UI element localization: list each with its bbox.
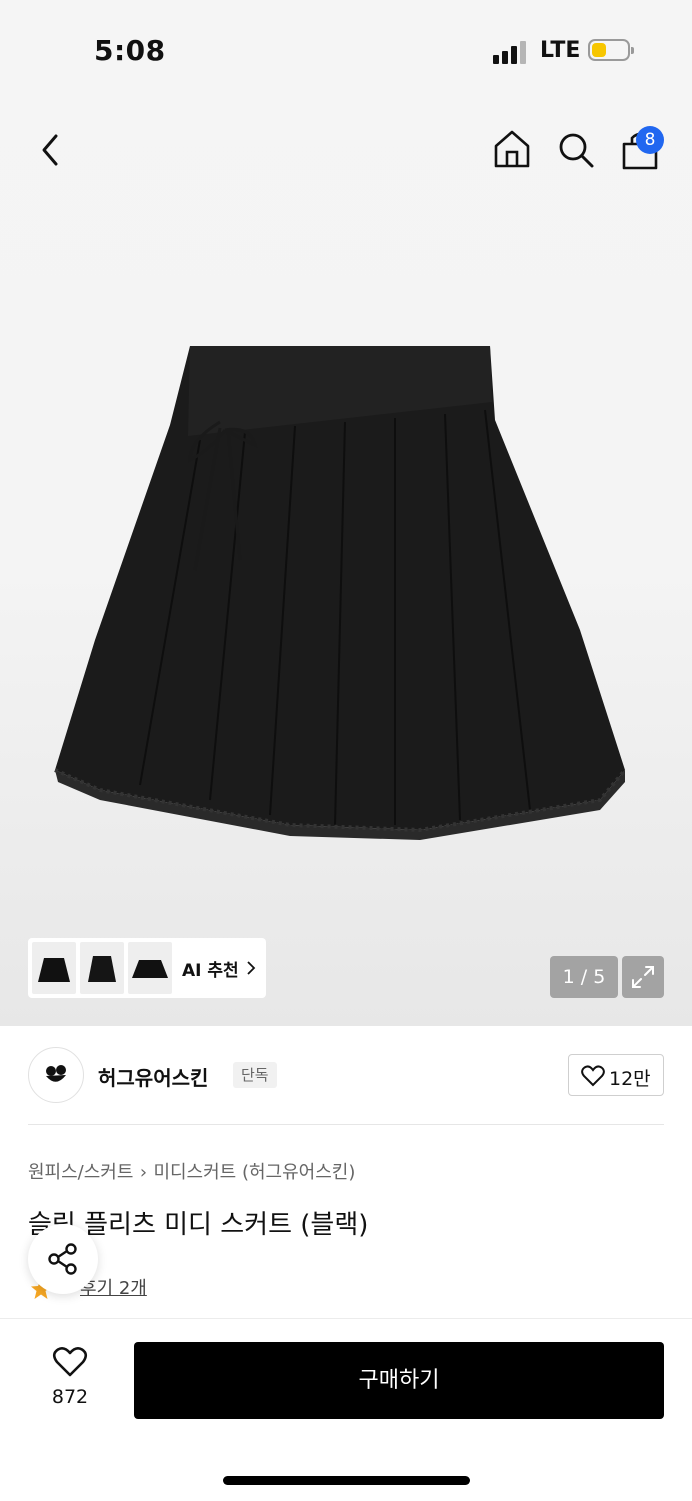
wishlist-count: 872 (51, 1386, 89, 1408)
skirt-thumb-icon (38, 958, 70, 982)
thumbnail[interactable] (32, 942, 76, 994)
skirt-illustration (54, 346, 627, 840)
heart-icon (581, 1065, 605, 1087)
breadcrumb-subcategory[interactable]: 미디스커트 (허그유어스킨) (153, 1162, 355, 1183)
share-icon (48, 1243, 77, 1275)
brand-like-count: 12만 (609, 1068, 651, 1090)
buy-button[interactable]: 구매하기 (134, 1342, 664, 1419)
brand-logo[interactable] (28, 1047, 84, 1103)
chevron-right-icon: › (139, 1162, 148, 1183)
divider (28, 1124, 664, 1125)
heart-icon (52, 1347, 88, 1377)
home-icon (494, 130, 530, 168)
expand-button[interactable] (622, 956, 664, 998)
chevron-left-icon (42, 134, 58, 166)
exclusive-tag: 단독 (233, 1062, 277, 1088)
brand-name[interactable]: 허그유어스킨 (98, 1062, 208, 1091)
signal-icon (493, 40, 529, 64)
chevron-right-icon (247, 961, 256, 975)
thumbnail[interactable] (128, 942, 172, 994)
brand-logo-mark (46, 1065, 66, 1082)
skirt-thumb-icon (132, 960, 168, 978)
expand-icon (632, 966, 654, 988)
network-label: LTE (540, 38, 581, 63)
status-time: 5:08 (94, 34, 166, 67)
skirt-thumb-icon (88, 956, 116, 982)
ai-recommend-label[interactable]: AI 추천 (182, 956, 239, 981)
thumbnail[interactable] (80, 942, 124, 994)
battery-icon (588, 39, 634, 61)
back-button[interactable] (36, 130, 66, 170)
brand-like-button[interactable]: 12만 (568, 1054, 664, 1096)
home-indicator (223, 1476, 470, 1485)
thumbnail-strip: AI 추천 (28, 938, 266, 998)
breadcrumb-category[interactable]: 원피스/스커트 (28, 1162, 133, 1183)
search-button[interactable] (556, 130, 596, 170)
cart-count-badge: 8 (636, 126, 664, 154)
breadcrumb: 원피스/스커트 › 미디스커트 (허그유어스킨) (28, 1158, 355, 1184)
share-button[interactable] (28, 1224, 98, 1294)
wishlist-button[interactable]: 872 (34, 1340, 106, 1420)
product-gallery[interactable]: 5:08 LTE 8 AI 추천 1 / 5 (0, 0, 692, 1026)
search-icon (559, 133, 594, 168)
image-pager: 1 / 5 (550, 956, 618, 998)
home-button[interactable] (492, 128, 532, 170)
product-image[interactable] (40, 330, 640, 850)
